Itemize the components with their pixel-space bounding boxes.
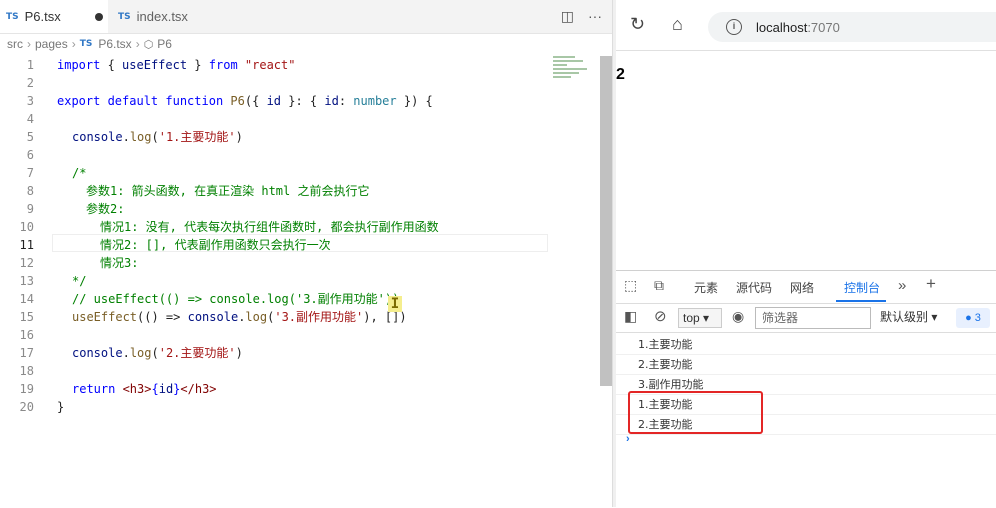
- line-number: 4: [26, 112, 34, 126]
- line-number: 1: [26, 58, 34, 72]
- home-icon[interactable]: ⌂: [672, 14, 683, 35]
- devtools-panel: ⬚ ⧉ 元素 源代码 网络 控制台 » + ◧ ⊘ top ▾ ◉ 筛选器 默认…: [616, 270, 996, 508]
- clear-console-icon[interactable]: ⊘: [654, 307, 667, 325]
- info-icon[interactable]: i: [726, 19, 742, 35]
- line-number: 15: [19, 310, 34, 324]
- line-number: 13: [19, 274, 34, 288]
- breadcrumb: src › pages › TS P6.tsx › ⬡ P6: [7, 37, 172, 51]
- code-line-20[interactable]: }: [57, 398, 64, 416]
- reload-icon[interactable]: ↻: [630, 14, 645, 35]
- line-number: 6: [26, 148, 34, 162]
- code-line-17[interactable]: console.log('2.主要功能'): [72, 344, 243, 362]
- line-number: 18: [19, 364, 34, 378]
- line-number: 9: [26, 202, 34, 216]
- console-toolbar: ◧ ⊘ top ▾ ◉ 筛选器 默认级别 ▾ ● 3: [616, 304, 996, 333]
- code-line-14[interactable]: // useEffect(() => console.log('3.副作用功能'…: [72, 290, 399, 308]
- typescript-file-icon: TS: [6, 11, 19, 22]
- chevron-right-icon: ›: [27, 37, 31, 51]
- tab-console[interactable]: 控制台: [844, 279, 880, 296]
- browser-toolbar: ↻ ⌂ i localhost:7070: [616, 0, 996, 51]
- console-prompt-icon[interactable]: ›: [626, 433, 630, 445]
- tab-p6-tsx[interactable]: TS P6.tsx: [0, 0, 108, 33]
- code-line-8[interactable]: 参数1: 箭头函数, 在真正渲染 html 之前会执行它: [86, 182, 369, 200]
- line-number: 10: [19, 220, 34, 234]
- context-select[interactable]: top ▾: [678, 308, 722, 328]
- line-number: 20: [19, 400, 34, 414]
- code-line-5[interactable]: console.log('1.主要功能'): [72, 128, 243, 146]
- unsaved-dot-icon[interactable]: [94, 12, 103, 21]
- cube-symbol-icon: ⬡: [143, 38, 154, 51]
- chevron-right-icon: ›: [135, 37, 140, 51]
- line-number: 7: [26, 166, 34, 180]
- chevron-right-icon: ›: [71, 37, 76, 51]
- breadcrumb-pages[interactable]: pages: [35, 37, 68, 51]
- line-number: 8: [26, 184, 34, 198]
- code-line-12[interactable]: 情况3:: [100, 254, 138, 272]
- inspect-element-icon[interactable]: ⬚: [624, 277, 637, 294]
- add-tab-icon[interactable]: +: [926, 274, 936, 294]
- editor-tab-bar: TS P6.tsx TS index.tsx ◫ ···: [0, 0, 612, 34]
- line-number: 16: [19, 328, 34, 342]
- editor-scrollbar[interactable]: [600, 56, 612, 386]
- active-tab-indicator: [836, 300, 886, 302]
- code-area[interactable]: 1 import { useEffect } from "react" 2 3 ex…: [0, 56, 600, 416]
- log-level-select[interactable]: 默认级别 ▾: [880, 308, 937, 325]
- line-number: 17: [19, 346, 34, 360]
- code-line-13[interactable]: */: [72, 272, 86, 290]
- more-tabs-icon[interactable]: »: [898, 277, 906, 294]
- url-host: localhost: [756, 19, 808, 35]
- tab-label: index.tsx: [136, 9, 188, 24]
- tab-elements[interactable]: 元素: [694, 279, 718, 296]
- filter-input[interactable]: 筛选器: [755, 307, 871, 329]
- highlight-annotation-box: [628, 391, 763, 434]
- url-port: :7070: [807, 19, 840, 35]
- text-cursor-icon: I: [388, 296, 402, 312]
- breadcrumb-symbol[interactable]: P6: [157, 37, 172, 51]
- editor-actions: ◫ ···: [561, 8, 602, 25]
- code-line-9[interactable]: 参数2:: [86, 200, 124, 218]
- code-line-15[interactable]: useEffect(() => console.log('3.副作用功能'), …: [72, 308, 407, 326]
- console-message: 2.主要功能: [616, 355, 996, 375]
- rendered-id-heading: 2: [616, 66, 625, 83]
- more-actions-icon[interactable]: ···: [588, 8, 602, 25]
- line-number: 11: [19, 238, 34, 252]
- line-number: 14: [19, 292, 34, 306]
- line-number: 12: [19, 256, 34, 270]
- line-number: 2: [26, 76, 34, 90]
- code-line-11[interactable]: 情况2: [], 代表副作用函数只会执行一次: [100, 236, 331, 254]
- sidebar-toggle-icon[interactable]: ◧: [624, 308, 637, 325]
- code-editor: TS P6.tsx TS index.tsx ◫ ··· src › pages…: [0, 0, 612, 507]
- code-line-7[interactable]: /*: [72, 164, 86, 182]
- split-editor-icon[interactable]: ◫: [561, 8, 574, 25]
- line-number: 3: [26, 94, 34, 108]
- issues-badge[interactable]: ● 3: [956, 308, 990, 328]
- line-number: 5: [26, 130, 34, 144]
- address-bar[interactable]: i localhost:7070: [708, 12, 996, 42]
- tab-network[interactable]: 网络: [790, 279, 814, 296]
- breadcrumb-file[interactable]: P6.tsx: [98, 37, 131, 51]
- device-toolbar-icon[interactable]: ⧉: [654, 277, 664, 294]
- devtools-tab-bar: ⬚ ⧉ 元素 源代码 网络 控制台 » +: [616, 271, 996, 304]
- line-number: 19: [19, 382, 34, 396]
- eye-icon[interactable]: ◉: [732, 308, 744, 325]
- typescript-file-icon: TS: [118, 11, 131, 22]
- code-line-19[interactable]: return <h3>{id}</h3>: [72, 380, 217, 398]
- breadcrumb-src[interactable]: src: [7, 37, 23, 51]
- typescript-file-icon: TS: [79, 39, 93, 49]
- minimap[interactable]: [553, 56, 593, 96]
- code-line-1[interactable]: import { useEffect } from "react": [57, 56, 295, 74]
- tab-index-tsx[interactable]: TS index.tsx: [118, 0, 218, 33]
- console-message: 1.主要功能: [616, 335, 996, 355]
- tab-label: P6.tsx: [24, 9, 61, 24]
- code-line-10[interactable]: 情况1: 没有, 代表每次执行组件函数时, 都会执行副作用函数: [100, 218, 439, 236]
- tab-sources[interactable]: 源代码: [736, 279, 772, 296]
- code-line-3[interactable]: export default function P6({ id }: { id:…: [57, 92, 433, 110]
